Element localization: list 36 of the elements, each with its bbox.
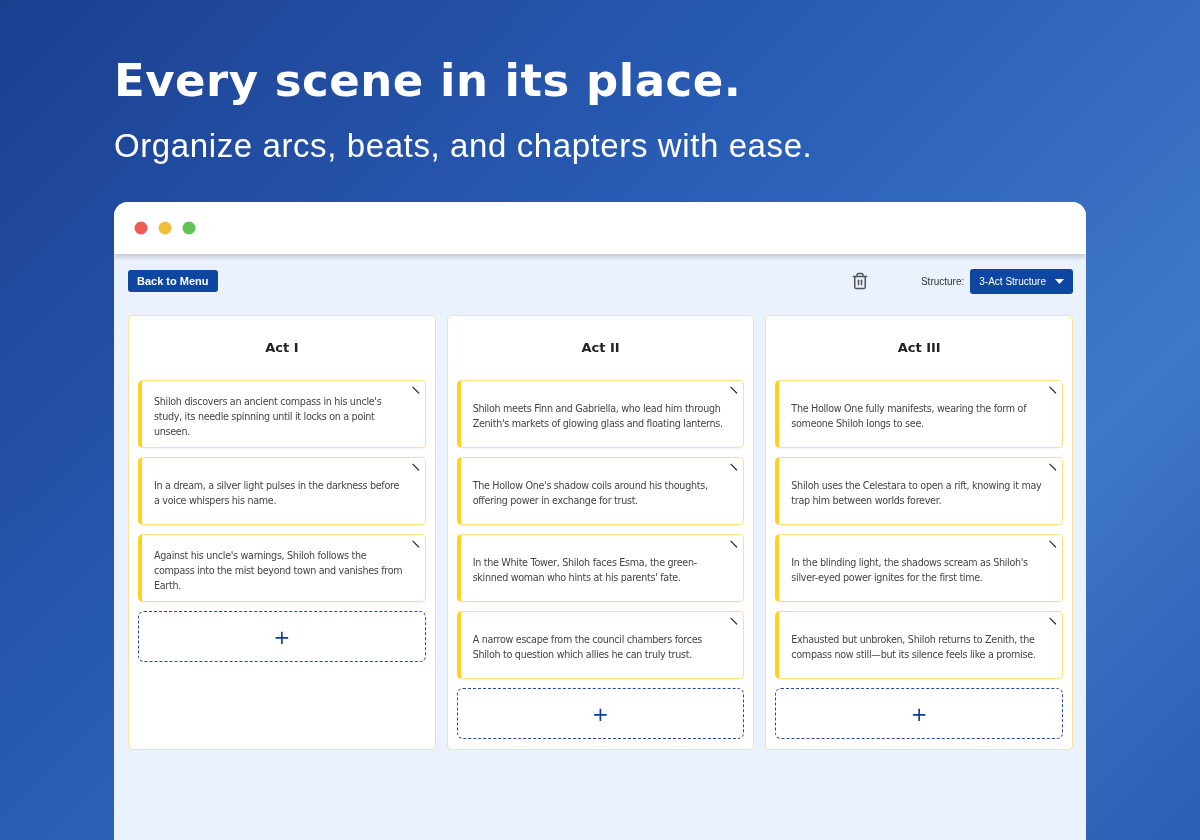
caret-icon [1055,278,1064,284]
scene-text: A narrow escape from the council chambers forces Shiloh to question which allies he can truly trust. [472,633,704,662]
scene-card[interactable]: In the blinding light, the shadows scream as Shiloh's silver-eyed power ignites for the first time. [775,534,1063,602]
scene-text: In the blinding light, the shadows scream as Shiloh's silver-eyed power ignites for the first time. [791,556,1029,585]
scene-card[interactable]: A narrow escape from the council chambers forces Shiloh to question which allies he can truly trust. [456,611,745,679]
scene-card[interactable]: In a dream, a silver light pulses in the darkness before a voice whispers his name. [138,457,426,525]
scene-text: Shiloh uses the Celestara to open a rift, knowing it may trap him between worlds forever. [791,479,1043,508]
column-title: Act II [581,340,620,355]
scene-text: Shiloh meets Finn and Gabriella, who lead him through Zenith's markets of glowing glass and floating lanterns. [472,402,724,431]
add-scene-button[interactable]: + [775,688,1063,739]
scene-card[interactable]: The Hollow One's shadow coils around his thoughts, offering power in exchange for trust. [456,457,745,525]
scene-text: In the White Tower, Shiloh faces Esma, the green-skinned woman who hints at his parents' fate. [472,556,698,585]
scene-card[interactable]: In the White Tower, Shiloh faces Esma, the green-skinned woman who hints at his parents' fate. [456,534,745,602]
window-controls-icon[interactable] [134,221,196,235]
trash-icon[interactable] [850,272,869,290]
scene-text: Shiloh discovers an ancient compass in his uncle's study, its needle spinning until it locks on a point unseen. [154,394,383,439]
headline: Every scene in its place. [114,53,743,109]
column-title: Act III [897,340,941,355]
scene-card[interactable]: Shiloh discovers an ancient compass in his uncle's study, its needle spinning until it locks on a point unseen. [138,380,426,448]
scene-card[interactable]: Exhausted but unbroken, Shiloh returns to Zenith, the compass now still—but its silence feels like a promise. [775,611,1063,679]
scene-text: The Hollow One fully manifests, wearing the form of someone Shiloh longs to see. [791,402,1028,431]
scene-card[interactable]: Against his uncle's warnings, Shiloh follows the compass into the mist beyond town and vanishes from Earth. [138,534,426,602]
structure-label: Structure: [920,275,965,287]
subheadline: Organize arcs, beats, and chapters with ease. [114,126,814,166]
scene-card[interactable]: Shiloh uses the Celestara to open a rift, knowing it may trap him between worlds forever. [775,457,1063,525]
scene-text: Against his uncle's warnings, Shiloh follows the compass into the mist beyond town and vanishes from Earth. [154,548,404,593]
column-title: Act I [265,340,299,355]
scene-text: Exhausted but unbroken, Shiloh returns to Zenith, the compass now still—but its silence feels like a promise. [791,633,1037,662]
scene-card[interactable]: The Hollow One fully manifests, wearing the form of someone Shiloh longs to see. [775,380,1063,448]
structure-dropdown[interactable]: 3-Act Structure [970,268,1073,294]
back-button[interactable]: Back to Menu [128,270,218,292]
scene-card[interactable]: Shiloh meets Finn and Gabriella, who lead him through Zenith's markets of glowing glass and floating lanterns. [456,380,745,448]
add-scene-button[interactable]: + [138,611,426,662]
add-scene-button[interactable]: + [456,688,745,739]
scene-text: In a dream, a silver light pulses in the darkness before a voice whispers his name. [154,479,401,508]
scene-text: The Hollow One's shadow coils around his thoughts, offering power in exchange for trust. [472,479,709,508]
